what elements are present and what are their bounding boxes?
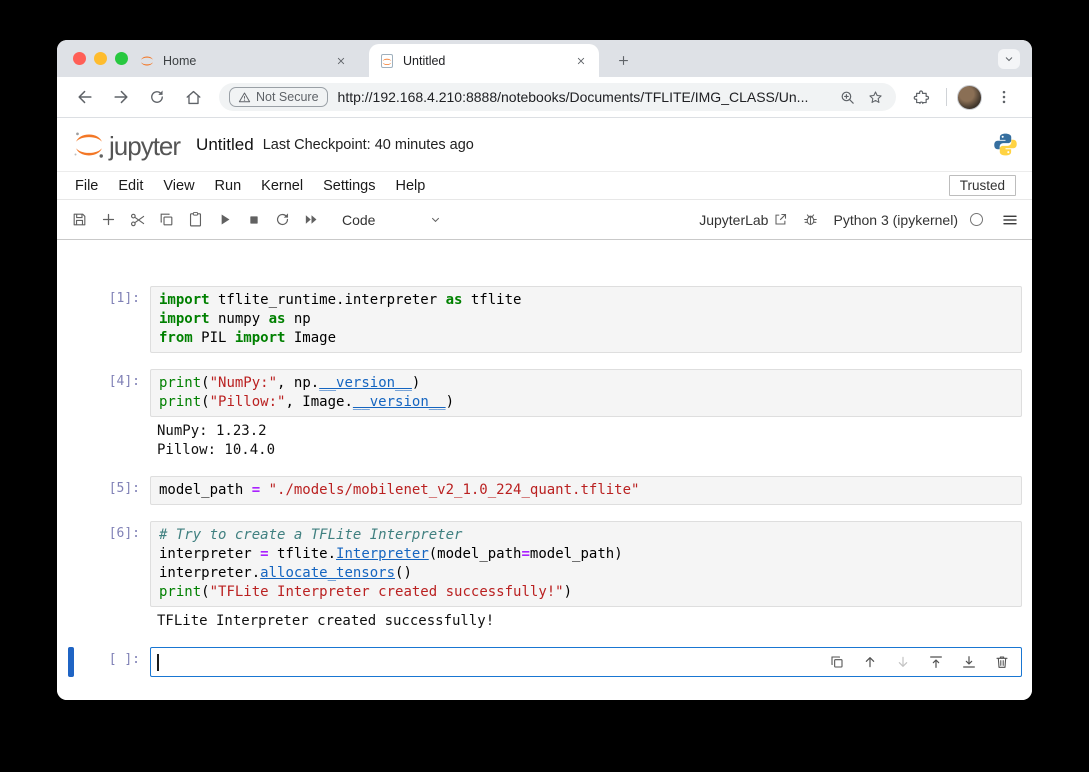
cell-output: NumPy: 1.23.2Pillow: 10.4.0 <box>150 417 1022 460</box>
zoom-icon[interactable] <box>836 86 858 108</box>
browser-tab-strip: Home Untitled <box>57 40 1032 77</box>
menu-item-file[interactable]: File <box>65 175 108 197</box>
cell-editor[interactable]: print("NumPy:", np.__version__)print("Pi… <box>150 369 1022 417</box>
cell-execution-prompt: [1]: <box>57 286 150 353</box>
kernel-status-icon <box>970 213 983 226</box>
browser-menu-kebab-icon[interactable] <box>991 84 1017 110</box>
move-cell-down-icon[interactable] <box>894 653 912 671</box>
jupyterlab-label: JupyterLab <box>699 212 768 228</box>
notebook-cell[interactable]: [ ]: <box>57 647 1022 677</box>
browser-window: Home Untitled <box>57 40 1032 700</box>
notebook-cells: [1]:import tflite_runtime.interpreter as… <box>57 286 1032 677</box>
fullscreen-window-button[interactable] <box>115 52 128 65</box>
cell-editor[interactable]: import tflite_runtime.interpreter as tfl… <box>150 286 1022 353</box>
trusted-button[interactable]: Trusted <box>949 175 1016 196</box>
cell-editor[interactable] <box>150 647 1022 677</box>
insert-cell-above-icon[interactable] <box>927 653 945 671</box>
cell-type-dropdown[interactable]: Code <box>342 212 442 228</box>
menu-item-edit[interactable]: Edit <box>108 175 153 197</box>
reload-icon[interactable] <box>144 84 170 110</box>
jupyter-favicon-icon <box>139 53 155 69</box>
tab-label: Untitled <box>403 54 565 68</box>
browser-navbar: Not Secure http://192.168.4.210:8888/not… <box>57 77 1032 118</box>
chevron-down-icon <box>429 213 442 226</box>
duplicate-cell-icon[interactable] <box>828 653 846 671</box>
jupyter-header: jupyter Untitled Last Checkpoint: 40 min… <box>57 118 1032 172</box>
delete-cell-icon[interactable] <box>993 653 1011 671</box>
menu-item-settings[interactable]: Settings <box>313 175 385 197</box>
forward-icon[interactable] <box>108 84 134 110</box>
debugger-bug-icon[interactable] <box>796 207 825 233</box>
address-bar[interactable]: Not Secure http://192.168.4.210:8888/not… <box>219 83 896 111</box>
back-icon[interactable] <box>72 84 98 110</box>
menu-item-help[interactable]: Help <box>385 175 435 197</box>
restart-run-all-icon[interactable] <box>297 207 326 233</box>
url-text[interactable]: http://192.168.4.210:8888/notebooks/Docu… <box>338 89 830 105</box>
restart-kernel-icon[interactable] <box>268 207 297 233</box>
menu-item-view[interactable]: View <box>153 175 204 197</box>
insert-cell-below-icon[interactable] <box>960 653 978 671</box>
cell-editor[interactable]: # Try to create a TFLite Interpreterinte… <box>150 521 1022 607</box>
copy-cells-icon[interactable] <box>152 207 181 233</box>
cell-editor[interactable]: model_path = "./models/mobilenet_v2_1.0_… <box>150 476 1022 505</box>
notebook-cell[interactable]: [6]:# Try to create a TFLite Interpreter… <box>57 521 1022 631</box>
tab-list-chevron-icon[interactable] <box>998 49 1020 69</box>
move-cell-up-icon[interactable] <box>861 653 879 671</box>
external-link-icon <box>773 212 788 227</box>
cell-execution-prompt: [4]: <box>57 369 150 460</box>
tab-home[interactable]: Home <box>129 44 359 77</box>
checkpoint-text: Last Checkpoint: 40 minutes ago <box>263 137 474 153</box>
jupyter-logo-icon[interactable] <box>71 127 107 163</box>
kernel-name-label[interactable]: Python 3 (ipykernel) <box>833 212 958 228</box>
tab-close-icon[interactable] <box>333 53 349 69</box>
menu-item-kernel[interactable]: Kernel <box>251 175 313 197</box>
new-tab-button[interactable] <box>609 46 637 74</box>
browser-profile-avatar[interactable] <box>957 85 982 110</box>
tab-close-icon[interactable] <box>573 53 589 69</box>
run-cell-icon[interactable] <box>210 207 239 233</box>
open-jupyterlab-link[interactable]: JupyterLab <box>699 212 788 228</box>
paste-cells-icon[interactable] <box>181 207 210 233</box>
tab-label: Home <box>163 54 325 68</box>
cell-toolbar <box>828 653 1015 671</box>
notebook-cell[interactable]: [4]:print("NumPy:", np.__version__)print… <box>57 369 1022 460</box>
jupyter-menubar: File Edit View Run Kernel Settings Help … <box>57 172 1032 200</box>
interrupt-kernel-icon[interactable] <box>239 207 268 233</box>
notebook-favicon-icon <box>379 53 395 69</box>
cell-execution-prompt: [6]: <box>57 521 150 631</box>
navbar-separator <box>946 88 947 106</box>
home-icon[interactable] <box>180 84 206 110</box>
cell-execution-prompt: [5]: <box>57 476 150 505</box>
warning-triangle-icon <box>238 91 251 104</box>
cell-output: TFLite Interpreter created successfully! <box>150 607 1022 631</box>
window-controls <box>73 52 128 65</box>
main-menu-hamburger-icon[interactable] <box>995 207 1024 233</box>
save-icon[interactable] <box>65 207 94 233</box>
insert-cell-icon[interactable] <box>94 207 123 233</box>
notebook-area[interactable]: [1]:import tflite_runtime.interpreter as… <box>57 240 1032 700</box>
python-logo-icon <box>993 132 1018 157</box>
bookmark-star-icon[interactable] <box>864 86 886 108</box>
cut-cells-icon[interactable] <box>123 207 152 233</box>
cell-type-value: Code <box>342 212 375 228</box>
security-label: Not Secure <box>256 90 319 104</box>
notebook-cell[interactable]: [1]:import tflite_runtime.interpreter as… <box>57 286 1022 353</box>
jupyter-logo-text[interactable]: jupyter <box>109 131 180 162</box>
menu-item-run[interactable]: Run <box>205 175 252 197</box>
tab-untitled[interactable]: Untitled <box>369 44 599 77</box>
notebook-toolbar: Code JupyterLab Python 3 (ipykernel) <box>57 200 1032 240</box>
not-secure-badge[interactable]: Not Secure <box>229 87 328 107</box>
text-cursor <box>157 654 159 671</box>
minimize-window-button[interactable] <box>94 52 107 65</box>
extensions-puzzle-icon[interactable] <box>909 84 935 110</box>
notebook-cell[interactable]: [5]:model_path = "./models/mobilenet_v2_… <box>57 476 1022 505</box>
close-window-button[interactable] <box>73 52 86 65</box>
notebook-title[interactable]: Untitled <box>196 135 254 155</box>
cell-selection-bar <box>68 647 74 677</box>
